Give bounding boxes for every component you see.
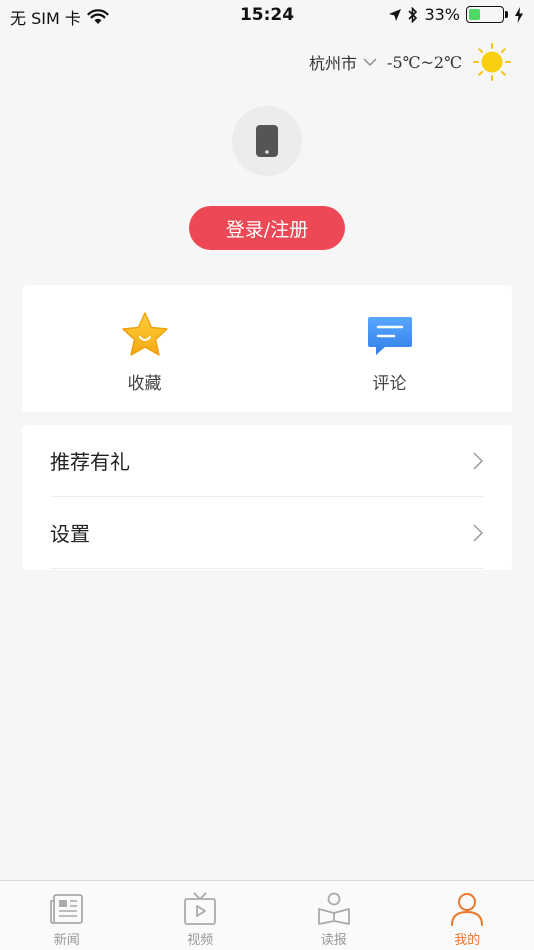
list-item-referral[interactable]: 推荐有礼	[50, 425, 484, 497]
comments-label: 评论	[372, 374, 407, 394]
avatar[interactable]	[232, 106, 302, 176]
chevron-right-icon	[473, 451, 484, 470]
tab-mine-label: 我的	[454, 933, 481, 948]
settings-label: 设置	[50, 522, 90, 546]
tab-reader-label: 读报	[320, 933, 347, 948]
status-bar: 无 SIM 卡 15:24 33%	[0, 0, 534, 30]
city-name: 杭州市	[309, 54, 358, 73]
sun-icon	[473, 43, 511, 81]
quick-actions-card: 收藏 评论	[22, 285, 512, 412]
reader-icon	[317, 892, 350, 925]
battery-fill	[469, 9, 480, 20]
user-icon	[451, 893, 484, 926]
favorites-action[interactable]: 收藏	[22, 285, 267, 412]
newspaper-icon	[49, 894, 83, 924]
tab-mine[interactable]: 我的	[401, 881, 534, 950]
tab-video[interactable]: 视频	[134, 881, 268, 950]
temperature-range: -5℃~2℃	[387, 52, 462, 72]
settings-list-card: 推荐有礼 设置	[22, 425, 512, 570]
battery-percent: 33%	[424, 5, 460, 24]
favorites-label: 收藏	[127, 374, 162, 394]
city-selector[interactable]: 杭州市	[309, 50, 377, 74]
bluetooth-icon	[408, 6, 418, 23]
tv-icon	[184, 892, 217, 925]
tab-news[interactable]: 新闻	[0, 881, 134, 950]
list-item-settings[interactable]: 设置	[50, 497, 484, 569]
comment-icon	[367, 317, 412, 355]
battery-icon	[466, 6, 508, 23]
tab-video-label: 视频	[187, 933, 214, 948]
login-register-button[interactable]: 登录/注册	[189, 206, 345, 250]
tab-news-label: 新闻	[53, 933, 80, 948]
star-icon	[121, 312, 168, 356]
location-arrow-icon	[389, 8, 402, 21]
phone-icon	[256, 125, 278, 157]
comments-action[interactable]: 评论	[267, 285, 512, 412]
chevron-right-icon	[473, 523, 484, 542]
referral-label: 推荐有礼	[50, 450, 130, 474]
status-right: 33%	[388, 5, 524, 24]
tab-reader[interactable]: 读报	[267, 881, 401, 950]
tab-bar: 新闻 视频 读报 我的	[0, 880, 534, 950]
weather-widget: 杭州市 -5℃~2℃	[309, 42, 512, 82]
charging-bolt-icon	[515, 6, 523, 23]
chevron-down-icon	[363, 58, 377, 66]
